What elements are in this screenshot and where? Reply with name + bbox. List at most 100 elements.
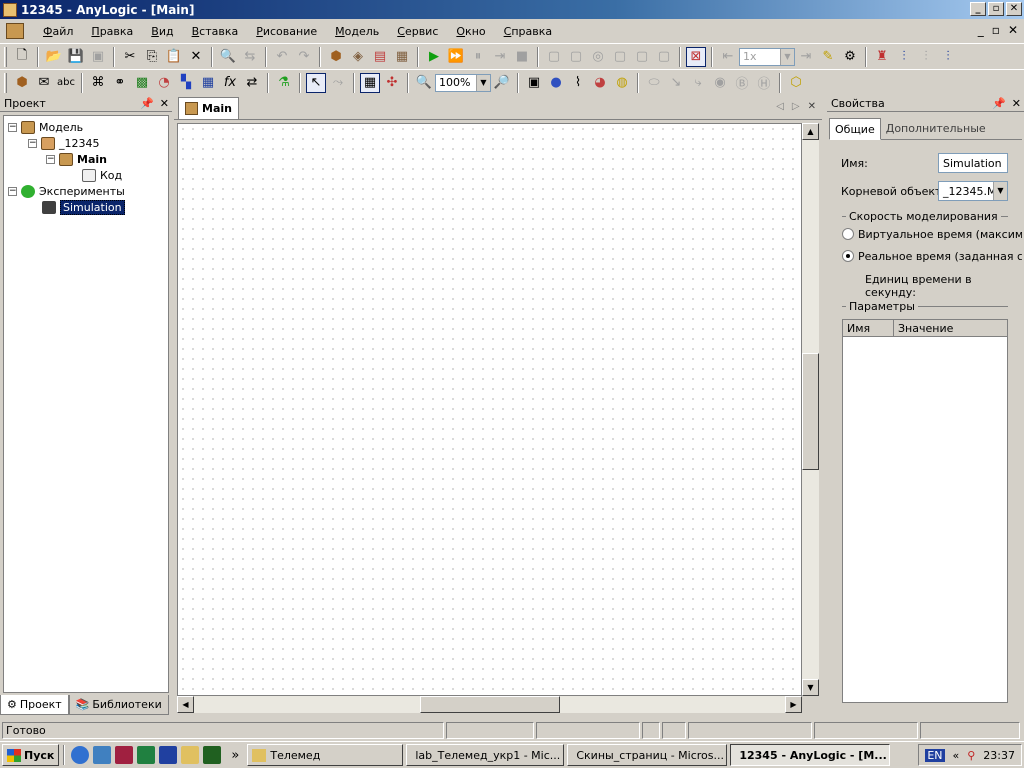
oval-icon[interactable]: ● bbox=[546, 73, 566, 93]
toolbar-grip[interactable] bbox=[4, 46, 7, 67]
pin-icon[interactable]: 📌 bbox=[992, 97, 1006, 110]
message-icon[interactable]: ✉ bbox=[34, 73, 54, 93]
scroll-right-button[interactable]: ▶ bbox=[785, 696, 802, 713]
branch-icon[interactable]: ⤷ bbox=[688, 73, 708, 93]
diagram-canvas[interactable] bbox=[177, 123, 802, 696]
undo-icon[interactable]: ↶ bbox=[272, 47, 292, 67]
new-icon[interactable]: 🗋 bbox=[12, 47, 32, 67]
minimize-button[interactable]: _ bbox=[970, 2, 986, 16]
find-icon[interactable]: 🔍 bbox=[218, 47, 238, 67]
restore-button[interactable]: ▫ bbox=[988, 2, 1004, 16]
chart-a-icon[interactable]: ⫶ bbox=[894, 47, 914, 67]
tab-scroll-left-icon[interactable]: ◁ bbox=[776, 101, 784, 112]
text-icon[interactable]: abc bbox=[56, 73, 76, 93]
tab-scroll-right-icon[interactable]: ▷ bbox=[792, 101, 800, 112]
app-icon[interactable] bbox=[115, 746, 134, 764]
snap-icon[interactable]: ✣ bbox=[382, 73, 402, 93]
chart-c-icon[interactable]: ⫶ bbox=[938, 47, 958, 67]
chevron-down-icon[interactable]: ▼ bbox=[476, 74, 490, 91]
run-icon[interactable]: ▶ bbox=[424, 47, 444, 67]
menu-window[interactable]: Окно bbox=[447, 25, 494, 38]
port-icon[interactable]: ⬡ bbox=[786, 73, 806, 93]
stop-icon[interactable]: ■ bbox=[512, 47, 532, 67]
zoom-select[interactable]: 100% ▼ bbox=[435, 73, 491, 92]
tree-node-code[interactable]: Код bbox=[82, 167, 122, 183]
name-field[interactable]: Simulation bbox=[938, 153, 1008, 173]
pause-icon[interactable]: ⏸ bbox=[468, 47, 488, 67]
open-icon[interactable]: 📂 bbox=[44, 47, 64, 67]
folder-icon[interactable] bbox=[181, 746, 200, 764]
group-shape-icon[interactable]: ◍ bbox=[612, 73, 632, 93]
speed-up-icon[interactable]: ⇥ bbox=[796, 47, 816, 67]
menu-view[interactable]: Вид bbox=[142, 25, 182, 38]
state-icon[interactable]: ⬭ bbox=[644, 73, 664, 93]
transition-icon[interactable]: ↘ bbox=[666, 73, 686, 93]
task-anylogic[interactable]: 12345 - AnyLogic - [M... bbox=[730, 744, 891, 766]
collapse-icon[interactable]: − bbox=[8, 186, 17, 196]
tree-node-experiments[interactable]: − Эксперименты bbox=[8, 183, 125, 199]
root-object-select[interactable]: _12345.M ▼ bbox=[938, 181, 1008, 201]
horizontal-scroll-thumb[interactable] bbox=[420, 696, 560, 713]
menu-file[interactable]: Файл bbox=[34, 25, 82, 38]
menu-model[interactable]: Модель bbox=[326, 25, 388, 38]
tree-node-simulation[interactable]: Simulation bbox=[42, 199, 125, 215]
build-all-icon[interactable]: ◈ bbox=[348, 47, 368, 67]
scroll-down-button[interactable]: ▼ bbox=[802, 679, 819, 696]
close-editor-icon[interactable]: ✕ bbox=[808, 101, 816, 112]
inspect-icon[interactable]: ⚙ bbox=[840, 47, 860, 67]
vertical-scroll-thumb[interactable] bbox=[802, 353, 819, 470]
rectangle-icon[interactable]: ▣ bbox=[524, 73, 544, 93]
debug-b-icon[interactable]: ▢ bbox=[566, 47, 586, 67]
menu-tools[interactable]: Сервис bbox=[388, 25, 447, 38]
vertical-scrollbar[interactable]: ▲ ▼ bbox=[802, 123, 819, 696]
debug-d-icon[interactable]: ▢ bbox=[610, 47, 630, 67]
mdi-restore-button[interactable]: ▫ bbox=[992, 23, 1000, 37]
column-header-value[interactable]: Значение bbox=[894, 320, 1007, 336]
horizontal-scrollbar[interactable]: ◀ ▶ bbox=[177, 696, 802, 713]
highlight-icon[interactable]: ✎ bbox=[818, 47, 838, 67]
menu-help[interactable]: Справка bbox=[495, 25, 561, 38]
polyline-icon[interactable]: ⌇ bbox=[568, 73, 588, 93]
save-icon[interactable]: 💾 bbox=[66, 47, 86, 67]
debug-f-icon[interactable]: ▢ bbox=[654, 47, 674, 67]
debug-a-icon[interactable]: ▢ bbox=[544, 47, 564, 67]
connector-icon[interactable]: ⤳ bbox=[328, 73, 348, 93]
final-state-icon[interactable]: Ⓑ bbox=[732, 73, 752, 93]
menu-insert[interactable]: Вставка bbox=[183, 25, 248, 38]
chart-b-icon[interactable]: ⫶ bbox=[916, 47, 936, 67]
radio-button[interactable] bbox=[842, 250, 854, 262]
task-telemed[interactable]: Телемед bbox=[247, 744, 404, 766]
close-window-button[interactable]: ✕ bbox=[1006, 2, 1022, 16]
speed-select[interactable]: 1x ▼ bbox=[739, 47, 795, 66]
active-object-icon[interactable]: ⬢ bbox=[12, 73, 32, 93]
build-icon[interactable]: ⬢ bbox=[326, 47, 346, 67]
menu-edit[interactable]: Правка bbox=[82, 25, 142, 38]
pin-icon[interactable]: 📌 bbox=[140, 97, 154, 110]
table-icon[interactable]: ▦ bbox=[198, 73, 218, 93]
shapes-icon[interactable]: ◔ bbox=[154, 73, 174, 93]
app2-icon[interactable] bbox=[203, 746, 222, 764]
statechart-icon[interactable]: ⌘ bbox=[88, 73, 108, 93]
step-icon[interactable]: ⇥ bbox=[490, 47, 510, 67]
redo-icon[interactable]: ↷ bbox=[294, 47, 314, 67]
scroll-left-button[interactable]: ◀ bbox=[177, 696, 194, 713]
close-icon[interactable]: ✕ bbox=[160, 97, 169, 110]
browser-icon[interactable] bbox=[93, 746, 112, 764]
tab-libraries[interactable]: 📚 Библиотеки bbox=[68, 695, 169, 715]
agents-icon[interactable]: ⚭ bbox=[110, 73, 130, 93]
new-class-icon[interactable]: ▤ bbox=[370, 47, 390, 67]
collapse-icon[interactable]: − bbox=[28, 138, 37, 148]
toggle-view-icon[interactable]: ⊠ bbox=[686, 46, 706, 67]
select-arrow-icon[interactable]: ↖ bbox=[306, 72, 326, 93]
tab-advanced[interactable]: Дополнительные bbox=[881, 117, 991, 139]
tab-project[interactable]: ⚙ Проект bbox=[0, 695, 69, 715]
experiment-icon[interactable]: ⚗ bbox=[274, 73, 294, 93]
clock[interactable]: 23:37 bbox=[983, 749, 1015, 762]
internet-explorer-icon[interactable] bbox=[71, 746, 90, 764]
probe-icon[interactable]: ♜ bbox=[872, 47, 892, 67]
image-icon[interactable]: ▩ bbox=[132, 73, 152, 93]
run-fast-icon[interactable]: ⏩ bbox=[446, 47, 466, 67]
toolbar-grip[interactable] bbox=[4, 72, 7, 93]
language-indicator[interactable]: EN bbox=[925, 748, 945, 762]
radio-button[interactable] bbox=[842, 228, 854, 240]
